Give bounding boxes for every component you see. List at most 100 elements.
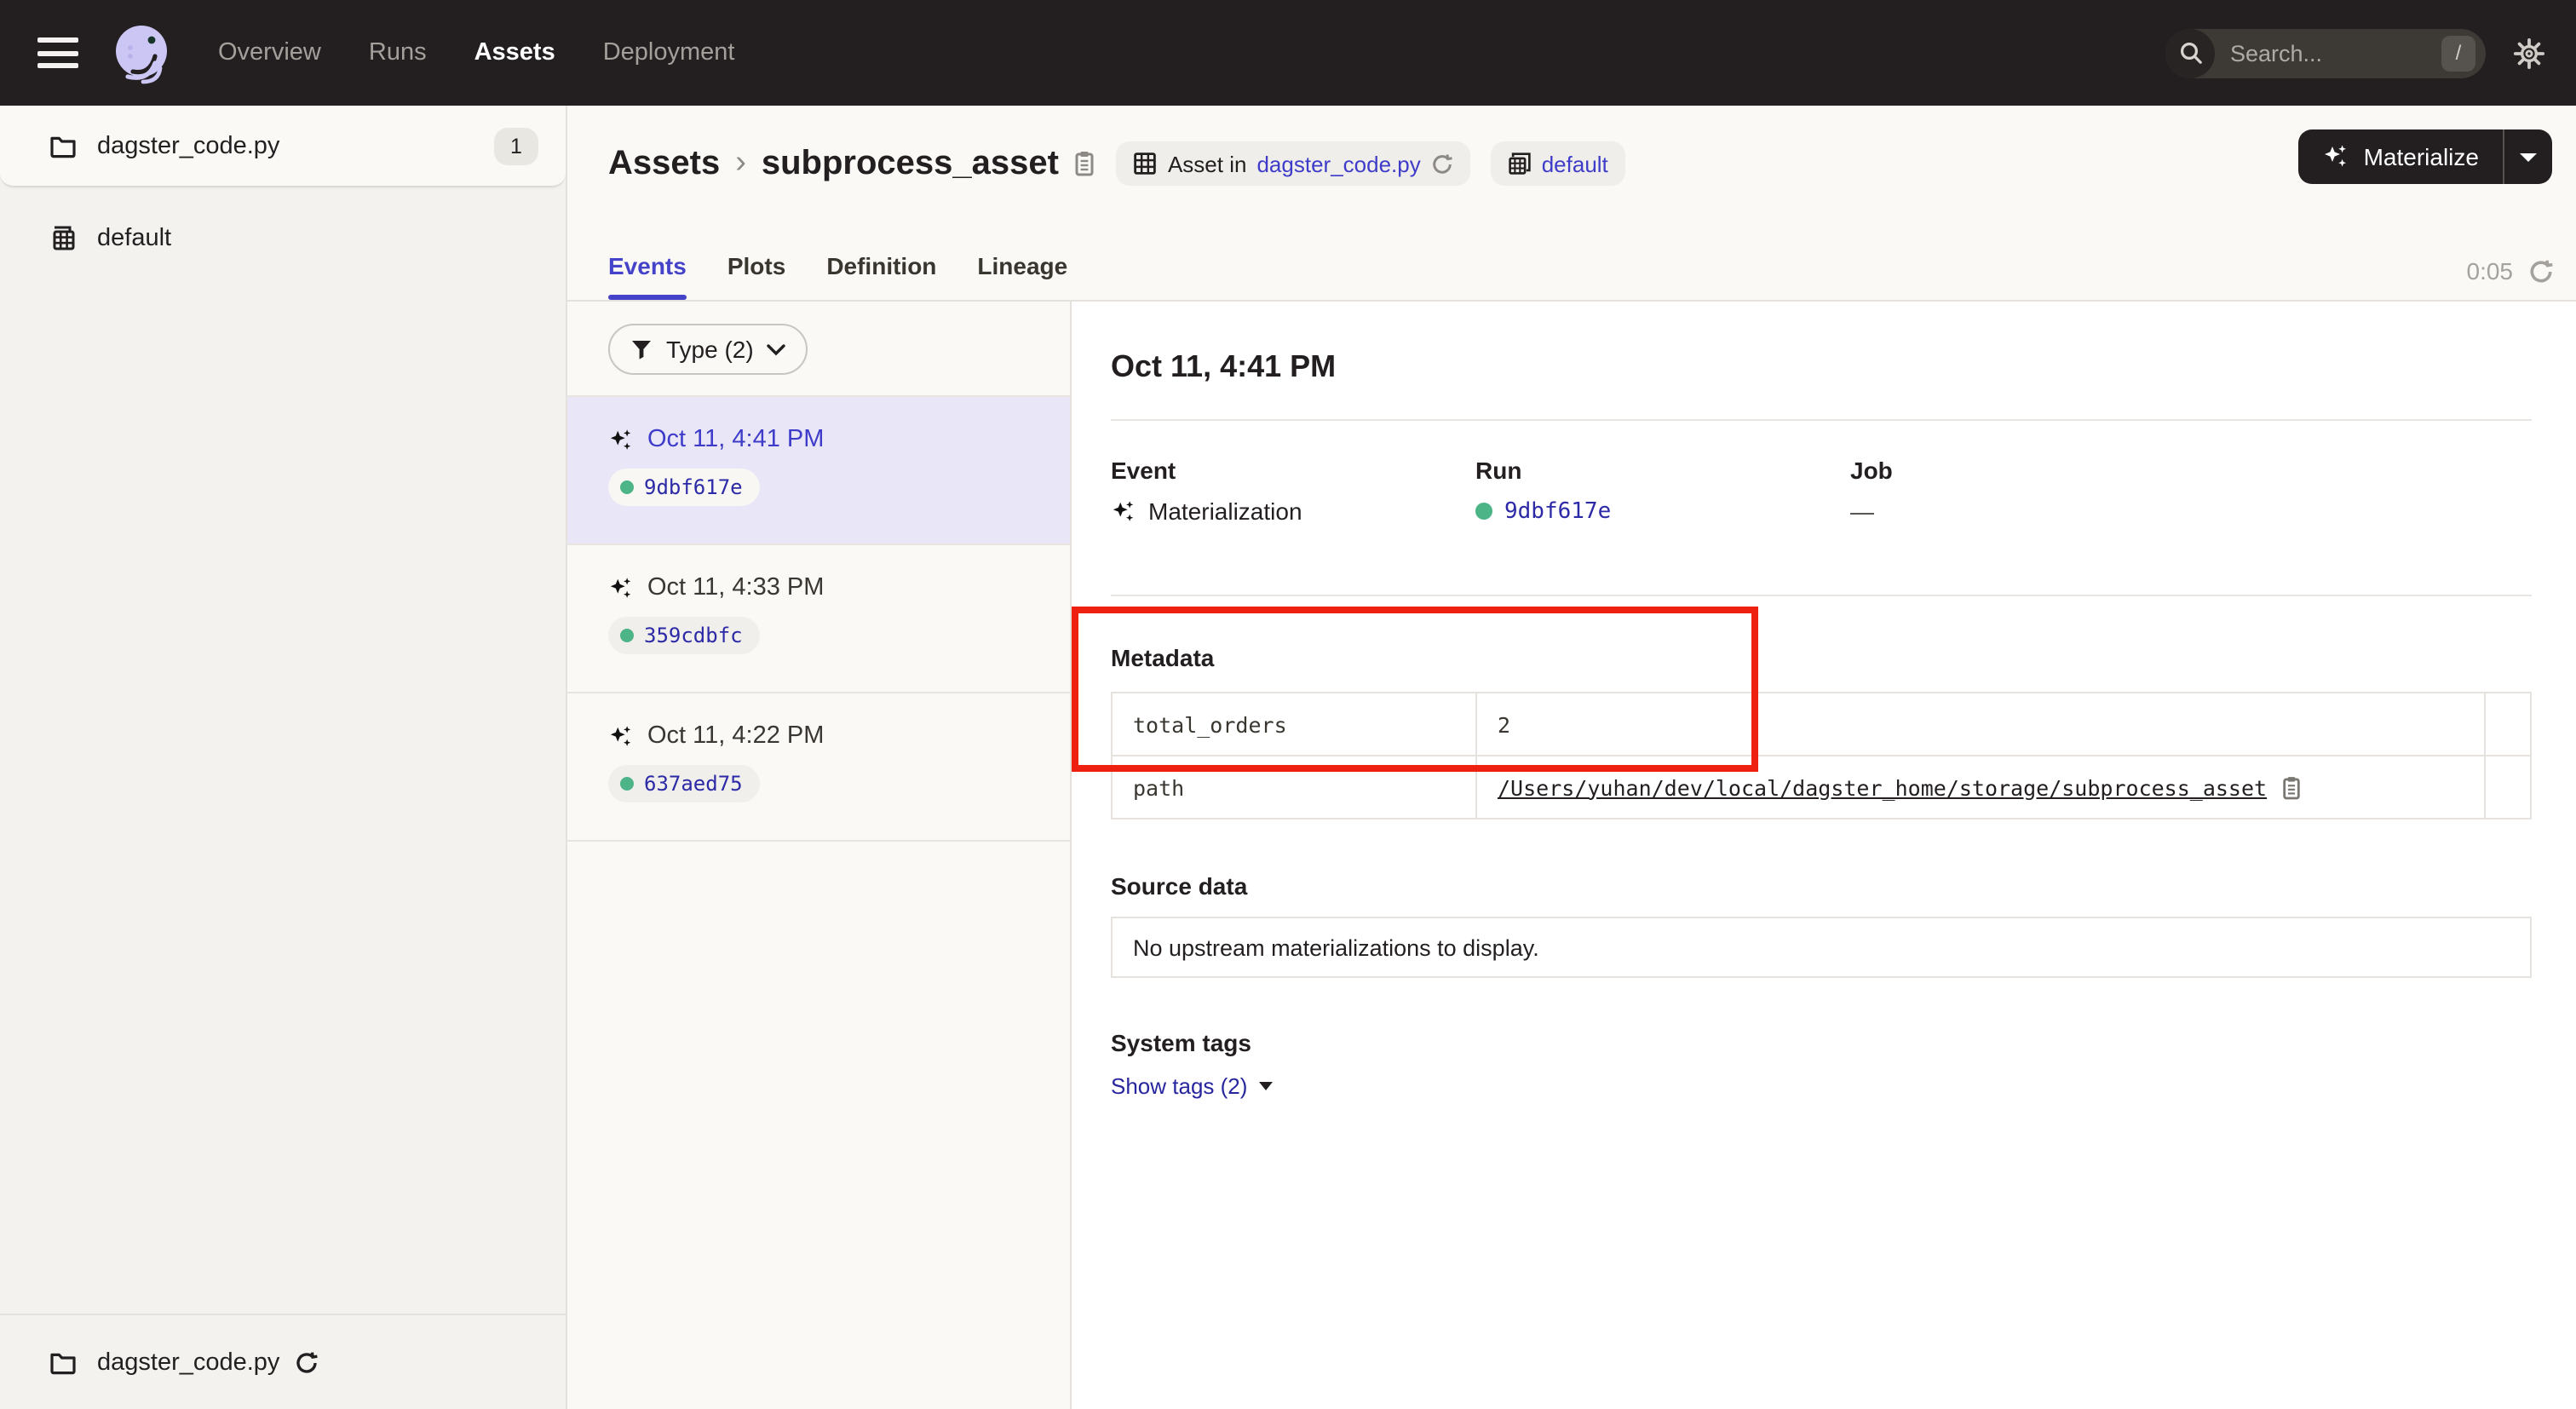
event-type-value: Materialization — [1148, 497, 1302, 525]
gear-icon[interactable] — [2513, 37, 2545, 69]
copy-icon[interactable] — [1074, 150, 1096, 177]
metadata-heading: Metadata — [1111, 644, 2532, 671]
table-row: total_orders 2 — [1112, 693, 2531, 756]
nav-right: Search... / — [2165, 28, 2552, 78]
type-filter-button[interactable]: Type (2) — [608, 324, 808, 375]
metadata-value: 2 — [1476, 693, 2485, 756]
sidebar-item-group-default[interactable]: default — [0, 213, 566, 264]
metadata-key: total_orders — [1112, 693, 1476, 756]
event-timestamp: Oct 11, 4:22 PM — [647, 722, 824, 750]
event-list-item[interactable]: Oct 11, 4:41 PM 9dbf617e — [567, 397, 1070, 545]
copy-icon[interactable] — [2280, 774, 2301, 800]
metadata-path-link[interactable]: /Users/yuhan/dev/local/dagster_home/stor… — [1498, 774, 2267, 800]
refresh-countdown: 0:05 — [2467, 257, 2514, 285]
run-status-dot — [620, 629, 634, 642]
reload-icon[interactable] — [295, 1350, 319, 1374]
breadcrumb: Assets › subprocess_asset Asset in dagst… — [567, 106, 2576, 186]
caret-down-icon — [2520, 152, 2537, 161]
dagster-app: Overview Runs Assets Deployment Search..… — [0, 0, 2576, 1409]
event-column-label: Event — [1111, 457, 1475, 484]
run-id-link[interactable]: 9dbf617e — [1504, 498, 1611, 524]
table-row: path /Users/yuhan/dev/local/dagster_home… — [1112, 756, 2531, 819]
filter-funnel-icon — [630, 338, 653, 360]
nav-item-assets[interactable]: Assets — [474, 39, 555, 66]
run-badge[interactable]: 637aed75 — [608, 765, 760, 802]
main-pane: Assets › subprocess_asset Asset in dagst… — [567, 106, 2576, 1409]
sidebar-item-code-location[interactable]: dagster_code.py 1 — [0, 106, 566, 187]
tab-definition[interactable]: Definition — [826, 252, 936, 300]
nav-item-deployment[interactable]: Deployment — [603, 39, 735, 66]
system-tags-heading: System tags — [1111, 1029, 2532, 1056]
search-placeholder: Search... — [2230, 40, 2441, 66]
code-location-label: dagster_code.py — [97, 132, 279, 159]
materialization-icon — [608, 427, 634, 452]
tab-lineage[interactable]: Lineage — [977, 252, 1067, 300]
run-status-dot — [620, 777, 634, 791]
show-tags-toggle[interactable]: Show tags (2) — [1111, 1073, 1273, 1099]
chevron-down-icon — [768, 343, 786, 355]
materialization-icon — [608, 723, 634, 749]
run-badge[interactable]: 9dbf617e — [608, 469, 760, 506]
event-timestamp: Oct 11, 4:41 PM — [647, 426, 824, 453]
event-list-item[interactable]: Oct 11, 4:33 PM 359cdbfc — [567, 545, 1070, 693]
event-list-item[interactable]: Oct 11, 4:22 PM 637aed75 — [567, 693, 1070, 842]
run-status-dot — [1475, 503, 1492, 520]
source-data-empty-state: No upstream materializations to display. — [1111, 917, 2532, 978]
code-location-tag[interactable]: Asset in dagster_code.py — [1117, 141, 1470, 186]
sidebar-footer-code-location[interactable]: dagster_code.py — [0, 1314, 566, 1409]
metadata-value: /Users/yuhan/dev/local/dagster_home/stor… — [1476, 756, 2485, 819]
source-data-empty-message: No upstream materializations to display. — [1133, 935, 1539, 960]
job-column-label: Job — [1850, 457, 2532, 484]
page-title: subprocess_asset — [762, 144, 1059, 183]
dagster-logo — [109, 20, 174, 85]
asset-in-prefix: Asset in — [1168, 151, 1247, 176]
nav-links: Overview Runs Assets Deployment — [218, 39, 734, 66]
tab-events[interactable]: Events — [608, 252, 687, 300]
asset-count-badge: 1 — [494, 127, 538, 164]
materialize-button[interactable]: Materialize — [2299, 129, 2552, 184]
footer-code-location-label: dagster_code.py — [97, 1349, 279, 1376]
refresh-timer: 0:05 — [2467, 257, 2555, 285]
materialize-dropdown-button[interactable] — [2504, 152, 2552, 161]
metadata-table: total_orders 2 path /Users/yuhan/dev/loc… — [1111, 692, 2532, 820]
run-id-link[interactable]: 9dbf617e — [644, 475, 743, 499]
search-icon — [2165, 28, 2215, 78]
breadcrumb-separator: › — [735, 145, 746, 182]
reload-icon[interactable] — [1431, 152, 1453, 175]
events-list-panel: Type (2) Oct 11, 4:41 PM — [567, 302, 1072, 1409]
run-badge[interactable]: 359cdbfc — [608, 617, 760, 654]
materialization-icon — [1111, 498, 1136, 524]
hamburger-menu-icon[interactable] — [37, 37, 78, 68]
materialize-label: Materialize — [2364, 143, 2479, 170]
folder-icon — [49, 134, 77, 158]
breadcrumb-assets-link[interactable]: Assets — [608, 144, 720, 183]
group-tag[interactable]: default — [1491, 141, 1625, 186]
metadata-key: path — [1112, 756, 1476, 819]
materialization-icon — [608, 575, 634, 601]
job-value: — — [1850, 497, 1874, 525]
tab-plots[interactable]: Plots — [727, 252, 785, 300]
run-column-label: Run — [1475, 457, 1850, 484]
nav-item-runs[interactable]: Runs — [369, 39, 427, 66]
search-input[interactable]: Search... / — [2165, 28, 2486, 78]
top-nav: Overview Runs Assets Deployment Search..… — [0, 0, 2576, 106]
events-filter-bar: Type (2) — [567, 302, 1070, 397]
run-id-link[interactable]: 637aed75 — [644, 772, 743, 796]
source-data-heading: Source data — [1111, 872, 2532, 900]
refresh-icon[interactable] — [2528, 258, 2554, 284]
asset-group-icon — [49, 225, 77, 252]
layered-grid-icon — [1508, 152, 1532, 175]
event-detail-panel: Oct 11, 4:41 PM Event Run Job Materializ… — [1072, 302, 2576, 1409]
type-filter-label: Type (2) — [666, 336, 754, 363]
event-summary-grid: Event Run Job Materialization 9dbf617e — [1111, 457, 2532, 525]
event-detail-title: Oct 11, 4:41 PM — [1111, 349, 2532, 385]
sparkle-icon — [2323, 143, 2350, 170]
asset-header: Assets › subprocess_asset Asset in dagst… — [567, 106, 2576, 302]
caret-down-icon — [1259, 1082, 1273, 1090]
run-status-dot — [620, 480, 634, 494]
nav-item-overview[interactable]: Overview — [218, 39, 321, 66]
group-tag-link[interactable]: default — [1542, 151, 1608, 176]
run-id-link[interactable]: 359cdbfc — [644, 624, 743, 647]
show-tags-label: Show tags (2) — [1111, 1073, 1247, 1099]
code-location-link[interactable]: dagster_code.py — [1256, 151, 1420, 176]
